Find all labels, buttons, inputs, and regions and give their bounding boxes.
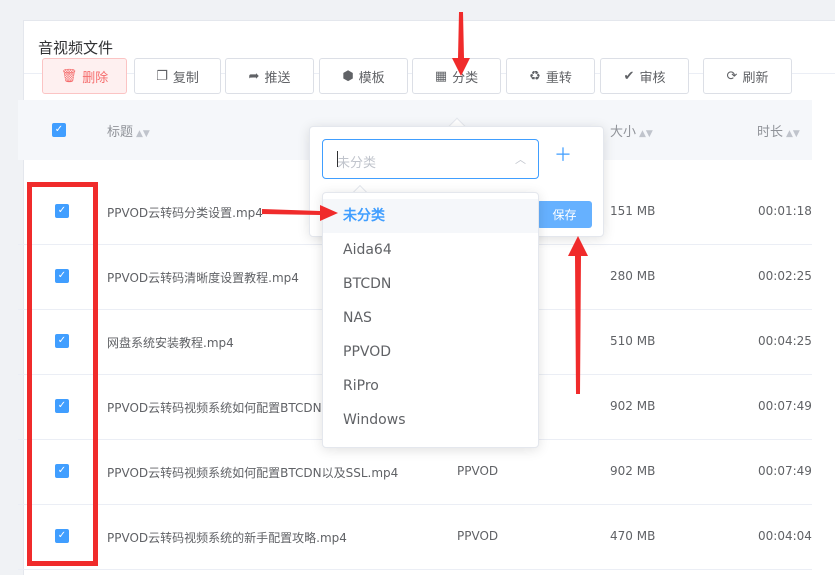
column-duration-label: 时长 [757,125,784,140]
recycle-icon: ♻ [529,68,541,84]
row-duration: 00:04:04 [758,529,812,543]
category-option[interactable]: Aida64 [323,233,538,267]
column-title[interactable]: 标题 ▲▼ [107,121,150,140]
share-arrow-icon: ➦ [248,68,260,84]
category-dropdown: 未分类 Aida64 BTCDN NAS PPVOD RiPro Windows [322,192,539,448]
text-cursor [337,151,338,167]
column-title-label: 标题 [107,125,134,140]
table-row[interactable]: ✓ PPVOD云转码视频系统的新手配置攻略.mp4 PPVOD 470 MB 0… [18,505,812,570]
cube-icon: ⬢ [342,68,354,84]
row-duration: 00:07:49 [758,464,812,478]
add-category-icon[interactable]: ＋ [554,147,572,165]
category-option[interactable]: 未分类 [323,199,538,233]
template-button[interactable]: ⬢ 模板 [319,58,408,94]
copy-label: 复制 [172,70,199,86]
row-duration: 00:01:18 [758,204,812,218]
category-option[interactable]: Windows [323,403,538,437]
delete-label: 删除 [82,70,109,86]
retranscode-label: 重转 [545,70,572,86]
sort-icon: ▲▼ [639,129,653,139]
table-row[interactable]: ✓ PPVOD云转码视频系统如何配置BTCDN以及SSL.mp4 PPVOD 9… [18,440,812,505]
row-title: PPVOD云转码分类设置.mp4 [107,206,263,220]
refresh-icon: ⟳ [726,68,738,84]
check-icon: ✔ [623,68,635,84]
row-duration: 00:07:49 [758,399,812,413]
refresh-button[interactable]: ⟳ 刷新 [703,58,792,94]
review-label: 审核 [639,70,666,86]
row-title: 网盘系统安装教程.mp4 [107,336,234,350]
category-option[interactable]: RiPro [323,369,538,403]
select-all-checkbox[interactable]: ✓ [52,123,66,137]
category-label: 分类 [452,70,479,86]
column-duration[interactable]: 时长 ▲▼ [757,121,800,140]
template-label: 模板 [358,70,385,86]
push-label: 推送 [264,70,291,86]
category-select-placeholder: 未分类 [337,156,377,171]
row-duration: 00:02:25 [758,269,812,283]
chevron-up-icon: ︿ [515,153,526,166]
sort-icon: ▲▼ [786,129,800,139]
copy-icon: ❐ [156,68,168,84]
review-button[interactable]: ✔ 审核 [600,58,689,94]
copy-button[interactable]: ❐ 复制 [134,58,221,94]
category-option[interactable]: PPVOD [323,335,538,369]
row-size: 280 MB [610,269,656,283]
row-duration: 00:04:25 [758,334,812,348]
push-button[interactable]: ➦ 推送 [225,58,314,94]
row-size: 510 MB [610,334,656,348]
column-size-label: 大小 [610,125,637,140]
category-button[interactable]: ▦ 分类 [412,58,501,94]
sort-icon: ▲▼ [136,129,150,139]
retranscode-button[interactable]: ♻ 重转 [506,58,595,94]
delete-button[interactable]: 🗑 删除 [42,58,127,94]
panel-title: 音视频文件 [38,39,114,57]
trash-icon: 🗑 [60,68,78,84]
row-size: 470 MB [610,529,656,543]
row-title: PPVOD云转码视频系统如何配置BTCDN [107,401,322,415]
category-select[interactable]: 未分类 ︿ [322,139,539,179]
category-option[interactable]: NAS [323,301,538,335]
row-category: PPVOD [457,464,499,478]
row-category: PPVOD [457,529,499,543]
row-size: 151 MB [610,204,656,218]
category-option[interactable]: BTCDN [323,267,538,301]
row-size: 902 MB [610,399,656,413]
row-size: 902 MB [610,464,656,478]
save-button[interactable]: 保存 [537,201,592,228]
refresh-label: 刷新 [742,70,769,86]
checkbox-highlight-box [27,182,98,566]
row-title: PPVOD云转码视频系统的新手配置攻略.mp4 [107,531,347,545]
row-title: PPVOD云转码视频系统如何配置BTCDN以及SSL.mp4 [107,466,399,480]
column-size[interactable]: 大小 ▲▼ [610,121,653,140]
grid-icon: ▦ [434,68,448,84]
row-title: PPVOD云转码清晰度设置教程.mp4 [107,271,299,285]
